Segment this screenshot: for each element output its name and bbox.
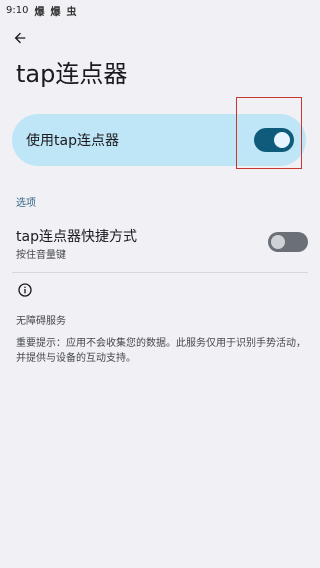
shortcut-setting-row[interactable]: tap连点器快捷方式 按住音量键 — [0, 222, 320, 262]
shortcut-title: tap连点器快捷方式 — [16, 229, 137, 245]
back-button[interactable] — [8, 26, 32, 50]
notification-icon: 爆 — [34, 6, 45, 18]
accessibility-service-label: 无障碍服务 — [16, 316, 66, 327]
privacy-notice: 重要提示：应用不会收集您的数据。此服务仅用于识别手势活动，并提供与设备的互动支持… — [16, 338, 306, 364]
bug-icon: 虫 — [66, 6, 77, 18]
notification-icon: 爆 — [50, 6, 61, 18]
switch-thumb — [271, 235, 285, 249]
status-bar: 9:10 爆 爆 虫 — [0, 0, 320, 20]
page-title: tap连点器 — [16, 60, 128, 88]
arrow-back-icon — [14, 32, 26, 44]
options-section-header: 选项 — [16, 198, 36, 209]
info-icon — [18, 283, 32, 297]
shortcut-toggle-switch[interactable] — [268, 232, 308, 252]
main-toggle-label: 使用tap连点器 — [26, 133, 119, 149]
shortcut-subtitle: 按住音量键 — [16, 250, 66, 261]
divider — [12, 272, 308, 273]
status-time: 9:10 — [6, 4, 29, 16]
highlight-box — [236, 97, 302, 169]
